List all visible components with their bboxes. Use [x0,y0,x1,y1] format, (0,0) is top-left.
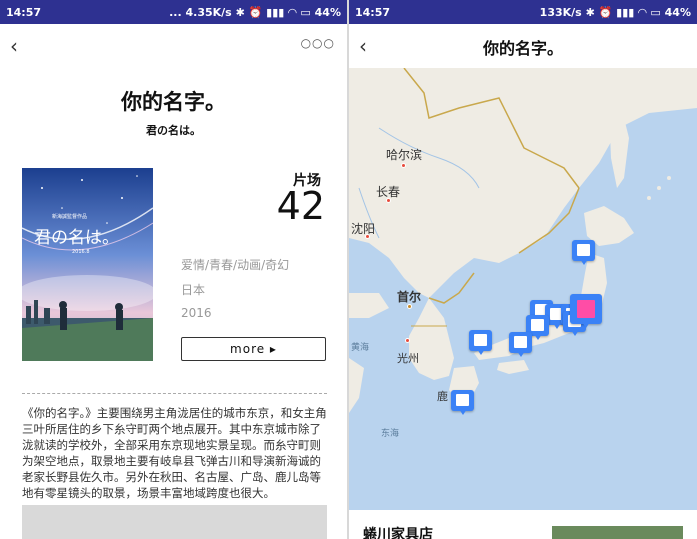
location-card[interactable]: 蜷川家具店 [349,510,697,539]
location-map[interactable]: 哈尔滨 长春 沈阳 首尔 光州 黄海 东海 鹿 [349,68,697,510]
location-card-title: 蜷川家具店 [363,527,433,539]
signal-icons: ✱ ⏰ ▮▮▮ ◠ ▭ [585,6,665,19]
film-detail-screen: 14:57 ... 4.35K/s ✱ ⏰ ▮▮▮ ◠ ▭ 44% ‹ ○○○ … [0,0,347,539]
film-title: 你的名字。 [121,90,226,114]
poster-date: 2016.8 [72,249,90,255]
location-marker[interactable] [509,332,532,357]
location-marker[interactable] [469,330,492,355]
poster-title: 君の名は。 [34,228,119,248]
status-indicators: 133K/s ✱ ⏰ ▮▮▮ ◠ ▭ 44% [540,6,691,19]
map-screen: 14:57 133K/s ✱ ⏰ ▮▮▮ ◠ ▭ 44% ‹ 你的名字。 哈尔滨… [349,0,697,539]
map-label-shenyang: 沈阳 [351,222,376,236]
battery-level: 44% [664,6,691,19]
more-dots-icon[interactable]: ○○○ [301,36,335,50]
city-dot-changchun [386,198,391,203]
status-time: 14:57 [6,6,42,19]
location-marker[interactable] [451,390,474,415]
location-marker[interactable] [572,240,595,265]
poster-tagline: 新海誠監督作品 [52,213,87,220]
city-dot-seoul [407,304,412,309]
film-year: 2016 [181,306,212,320]
map-label-seoul: 首尔 [397,290,422,304]
poster-artwork: 君の名は。 新海誠監督作品 2016.8 [22,168,153,361]
network-speed: ... 4.35K/s [169,6,232,19]
status-time: 14:57 [355,6,391,19]
city-dot-harbin [401,163,406,168]
battery-level: 44% [314,6,341,19]
film-poster[interactable]: 君の名は。 新海誠監督作品 2016.8 [22,168,153,361]
status-bar: 14:57 133K/s ✱ ⏰ ▮▮▮ ◠ ▭ 44% [349,0,697,24]
section-divider [22,393,327,394]
location-count: 42 [276,184,325,228]
film-original-title: 君の名は。 [146,124,201,137]
film-description: 《你的名字。》主要围绕男主角泷居住的城市东京，和女主角三叶所居住的乡下糸守町两个… [22,406,327,500]
map-label-harbin: 哈尔滨 [386,148,423,162]
city-dot-shenyang [365,234,370,239]
location-card-thumbnail [552,526,683,539]
city-dot-gwangju [405,338,410,343]
signal-icons: ✱ ⏰ ▮▮▮ ◠ ▭ [235,6,315,19]
status-bar: 14:57 ... 4.35K/s ✱ ⏰ ▮▮▮ ◠ ▭ 44% [0,0,347,24]
film-country: 日本 [181,283,206,297]
map-label-east-sea: 东海 [381,429,400,439]
network-speed: 133K/s [539,6,582,19]
top-navbar: ‹ 你的名字。 [349,24,697,68]
chevron-left-icon[interactable]: ‹ [10,34,18,58]
status-indicators: ... 4.35K/s ✱ ⏰ ▮▮▮ ◠ ▭ 44% [169,6,341,19]
location-marker-selected[interactable] [570,294,602,328]
film-genres: 爱情/青春/动画/奇幻 [181,258,290,272]
map-label-gwangju: 光州 [397,352,419,365]
more-button[interactable]: more ▸ [181,337,326,361]
map-label-kagoshima: 鹿 [437,390,448,403]
map-label-yellow-sea: 黄海 [351,343,370,353]
image-placeholder [22,505,327,539]
map-title: 你的名字。 [482,39,563,58]
top-navbar: ‹ ○○○ [0,24,347,68]
